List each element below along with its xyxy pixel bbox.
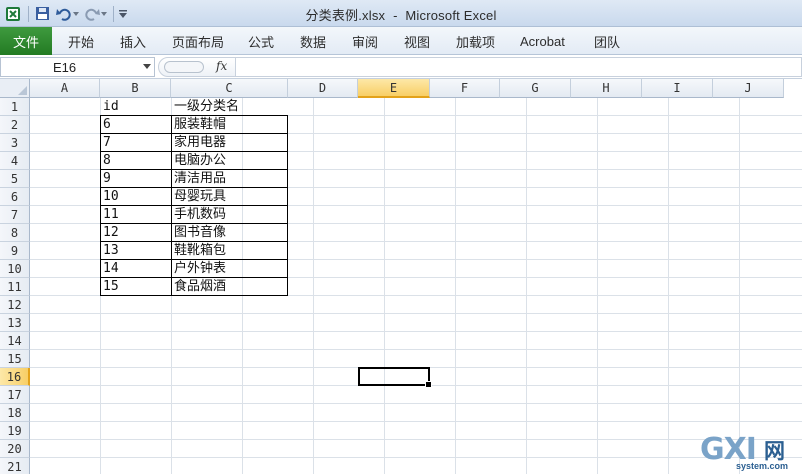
- chevron-down-icon[interactable]: [143, 64, 151, 69]
- column-header-i[interactable]: I: [642, 79, 713, 98]
- ribbon-tabs: 文件 开始 插入 页面布局 公式 数据 审阅 视图 加载项 Acrobat 团队: [0, 27, 802, 55]
- column-header-e[interactable]: E: [358, 79, 430, 98]
- name-box[interactable]: E16: [0, 57, 155, 77]
- tab-acrobat[interactable]: Acrobat: [520, 27, 565, 55]
- cell-c3[interactable]: 家用电器: [171, 134, 288, 152]
- cell-c6[interactable]: 母婴玩具: [171, 188, 288, 206]
- cell-c10[interactable]: 户外钟表: [171, 260, 288, 278]
- active-cell-e16[interactable]: [358, 367, 432, 388]
- table-row-border: [100, 223, 288, 224]
- formula-resize-handle[interactable]: [164, 61, 204, 73]
- row-header-16[interactable]: 16: [0, 368, 30, 386]
- column-header-a[interactable]: A: [30, 79, 100, 98]
- cell-c4[interactable]: 电脑办公: [171, 152, 288, 170]
- cell-b3[interactable]: 7: [100, 134, 171, 152]
- table-row-border: [100, 133, 288, 134]
- row-header-18[interactable]: 18: [0, 404, 30, 422]
- cell-b2[interactable]: 6: [100, 116, 171, 134]
- cell-c7[interactable]: 手机数码: [171, 206, 288, 224]
- cell-c1[interactable]: 一级分类名: [171, 98, 288, 116]
- table-row-border: [100, 187, 288, 188]
- column-header-d[interactable]: D: [288, 79, 358, 98]
- app-name: Microsoft Excel: [405, 8, 497, 23]
- row-header-5[interactable]: 5: [0, 170, 30, 188]
- cell-b6[interactable]: 10: [100, 188, 171, 206]
- cell-b1[interactable]: id: [100, 98, 171, 116]
- name-box-value: E16: [53, 60, 77, 75]
- row-header-11[interactable]: 11: [0, 278, 30, 296]
- formula-input[interactable]: [236, 57, 802, 77]
- column-header-h[interactable]: H: [571, 79, 642, 98]
- tab-home[interactable]: 开始: [68, 27, 94, 55]
- row-header-4[interactable]: 4: [0, 152, 30, 170]
- column-header-g[interactable]: G: [500, 79, 571, 98]
- tab-review[interactable]: 审阅: [352, 27, 378, 55]
- row-header-13[interactable]: 13: [0, 314, 30, 332]
- cell-b4[interactable]: 8: [100, 152, 171, 170]
- cell-c9[interactable]: 鞋靴箱包: [171, 242, 288, 260]
- tab-insert[interactable]: 插入: [120, 27, 146, 55]
- tab-view[interactable]: 视图: [404, 27, 430, 55]
- cell-c2[interactable]: 服装鞋帽: [171, 116, 288, 134]
- cell-b9[interactable]: 13: [100, 242, 171, 260]
- table-row-border: [100, 169, 288, 170]
- row-header-10[interactable]: 10: [0, 260, 30, 278]
- select-all-corner[interactable]: [0, 79, 30, 98]
- column-header-j[interactable]: J: [713, 79, 784, 98]
- cell-c11[interactable]: 食品烟酒: [171, 278, 288, 296]
- row-header-21[interactable]: 21: [0, 458, 30, 474]
- column-header-f[interactable]: F: [430, 79, 500, 98]
- formula-bar: E16 fx: [0, 55, 802, 79]
- table-row-border: [100, 277, 288, 278]
- column-header-c[interactable]: C: [171, 79, 288, 98]
- tab-page-layout[interactable]: 页面布局: [172, 27, 224, 55]
- table-row-border: [100, 259, 288, 260]
- file-name: 分类表例.xlsx: [305, 8, 386, 23]
- row-header-17[interactable]: 17: [0, 386, 30, 404]
- cell-b7[interactable]: 11: [100, 206, 171, 224]
- formula-controls: fx: [158, 57, 236, 77]
- table-row-border: [100, 205, 288, 206]
- row-header-2[interactable]: 2: [0, 116, 30, 134]
- cell-b5[interactable]: 9: [100, 170, 171, 188]
- row-header-6[interactable]: 6: [0, 188, 30, 206]
- title-separator: -: [393, 8, 398, 23]
- row-header-12[interactable]: 12: [0, 296, 30, 314]
- tab-addins[interactable]: 加载项: [456, 27, 495, 55]
- row-header-14[interactable]: 14: [0, 332, 30, 350]
- tab-formulas[interactable]: 公式: [248, 27, 274, 55]
- row-header-15[interactable]: 15: [0, 350, 30, 368]
- tab-team[interactable]: 团队: [594, 27, 620, 55]
- title-bar: 分类表例.xlsx - Microsoft Excel: [0, 0, 802, 27]
- row-header-1[interactable]: 1: [0, 98, 30, 116]
- cell-c5[interactable]: 清洁用品: [171, 170, 288, 188]
- row-header-9[interactable]: 9: [0, 242, 30, 260]
- row-header-3[interactable]: 3: [0, 134, 30, 152]
- tab-data[interactable]: 数据: [300, 27, 326, 55]
- row-header-8[interactable]: 8: [0, 224, 30, 242]
- column-header-b[interactable]: B: [100, 79, 171, 98]
- table-row-border: [100, 241, 288, 242]
- row-header-19[interactable]: 19: [0, 422, 30, 440]
- insert-function-icon[interactable]: fx: [216, 59, 227, 73]
- cell-c8[interactable]: 图书音像: [171, 224, 288, 242]
- cell-b10[interactable]: 14: [100, 260, 171, 278]
- cell-b11[interactable]: 15: [100, 278, 171, 296]
- table-row-border: [100, 151, 288, 152]
- watermark-site-text: system.com: [736, 461, 789, 471]
- tab-file[interactable]: 文件: [0, 27, 52, 55]
- window-title: 分类表例.xlsx - Microsoft Excel: [0, 5, 802, 24]
- watermark-logo: GXI 网 system.com: [700, 432, 798, 472]
- row-header-20[interactable]: 20: [0, 440, 30, 458]
- row-header-7[interactable]: 7: [0, 206, 30, 224]
- cell-b8[interactable]: 12: [100, 224, 171, 242]
